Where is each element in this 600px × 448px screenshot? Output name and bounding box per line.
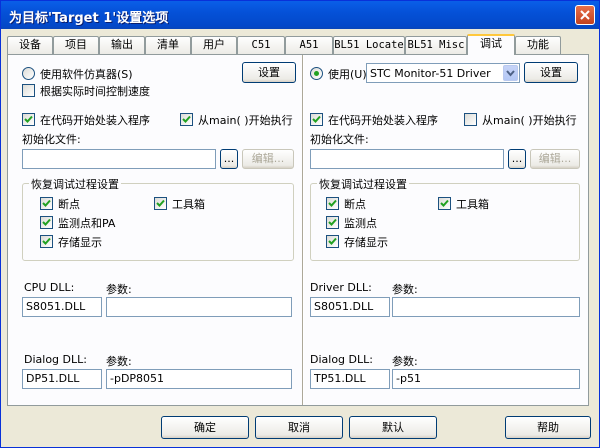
column-divider xyxy=(302,55,304,405)
tab-target[interactable]: 项目 xyxy=(53,36,99,54)
right-dialog-dll-label: Dialog DLL: xyxy=(310,353,373,366)
tab-listing[interactable]: 清单 xyxy=(145,36,191,54)
driver-dll-label: Driver DLL: xyxy=(310,281,372,294)
use-simulator-label: 使用软件仿真器(S) xyxy=(40,68,133,81)
title-bar[interactable]: 为目标'Target 1'设置选项 xyxy=(1,1,599,29)
right-load-app-label: 在代码开始处装入程序 xyxy=(328,114,438,127)
dialog-param-label: 参数: xyxy=(106,355,132,368)
tab-utilities[interactable]: 功能 xyxy=(515,36,561,54)
checkmark-icon xyxy=(42,237,51,245)
tab-device[interactable]: 设备 xyxy=(7,36,53,54)
driver-select-value: STC Monitor-51 Driver xyxy=(370,67,491,80)
right-toolbox-label: 工具箱 xyxy=(456,198,489,211)
right-dialog-dll-input[interactable]: TP51.DLL xyxy=(310,369,390,389)
dialog-dll-label: Dialog DLL: xyxy=(24,353,87,366)
left-load-app-checkbox[interactable] xyxy=(22,113,35,126)
right-edit-button[interactable]: 编辑... xyxy=(530,149,580,169)
checkmark-icon xyxy=(328,218,337,226)
right-dialog-param-label: 参数: xyxy=(392,355,418,368)
right-watch-label: 监测点 xyxy=(344,217,377,230)
close-icon xyxy=(580,10,590,20)
left-watch-checkbox[interactable] xyxy=(40,216,53,229)
checkmark-icon xyxy=(156,199,165,207)
checkmark-icon xyxy=(42,199,51,207)
right-dialog-param-input[interactable]: -p51 xyxy=(392,369,580,389)
cpu-dll-label: CPU DLL: xyxy=(24,281,75,294)
cpu-param-label: 参数: xyxy=(106,283,132,296)
window-title: 为目标'Target 1'设置选项 xyxy=(9,11,169,26)
right-memory-checkbox[interactable] xyxy=(326,235,339,248)
driver-select[interactable]: STC Monitor-51 Driver xyxy=(366,63,520,83)
left-init-file-input[interactable] xyxy=(22,149,216,169)
right-breakpoints-checkbox[interactable] xyxy=(326,197,339,210)
checkmark-icon xyxy=(312,115,321,123)
tab-user[interactable]: 用户 xyxy=(191,36,237,54)
right-init-file-label: 初始化文件: xyxy=(310,133,369,146)
left-run-main-checkbox[interactable] xyxy=(180,113,193,126)
left-settings-button[interactable]: 设置 xyxy=(242,62,296,83)
left-memory-label: 存储显示 xyxy=(58,236,102,249)
defaults-button[interactable]: 默认 xyxy=(349,416,437,439)
dialog-param-input[interactable]: -pDP8051 xyxy=(106,369,292,389)
right-breakpoints-label: 断点 xyxy=(344,198,366,211)
limit-speed-checkbox[interactable] xyxy=(22,84,35,97)
left-breakpoints-checkbox[interactable] xyxy=(40,197,53,210)
driver-dll-input[interactable]: S8051.DLL xyxy=(310,297,390,317)
right-restore-group-title: 恢复调试过程设置 xyxy=(317,176,409,192)
tab-bl51-locate[interactable]: BL51 Locate xyxy=(333,36,405,54)
options-dialog: 为目标'Target 1'设置选项 设备 项目 输出 清单 用户 C51 A51… xyxy=(0,0,600,448)
driver-param-label: 参数: xyxy=(392,283,418,296)
chevron-down-icon[interactable] xyxy=(503,65,518,81)
left-memory-checkbox[interactable] xyxy=(40,235,53,248)
left-restore-group-title: 恢复调试过程设置 xyxy=(29,176,121,192)
use-target-label: 使用(U): xyxy=(328,68,371,81)
left-toolbox-checkbox[interactable] xyxy=(154,197,167,210)
cancel-button[interactable]: 取消 xyxy=(255,416,343,439)
left-run-main-label: 从main( )开始执行 xyxy=(198,114,293,127)
driver-param-input[interactable] xyxy=(392,297,580,317)
tab-bl51-misc[interactable]: BL51 Misc xyxy=(405,36,467,54)
cpu-dll-input[interactable]: S8051.DLL xyxy=(22,297,102,317)
tab-debug[interactable]: 调试 xyxy=(467,34,515,55)
left-toolbox-label: 工具箱 xyxy=(172,198,205,211)
use-target-radio[interactable] xyxy=(310,67,323,80)
right-settings-button[interactable]: 设置 xyxy=(524,62,578,83)
right-init-file-input[interactable] xyxy=(310,149,504,169)
tab-output[interactable]: 输出 xyxy=(99,36,145,54)
right-run-main-label: 从main( )开始执行 xyxy=(482,114,577,127)
dialog-dll-input[interactable]: DP51.DLL xyxy=(22,369,102,389)
help-button[interactable]: 帮助 xyxy=(505,416,591,439)
checkmark-icon xyxy=(328,237,337,245)
close-button[interactable] xyxy=(575,5,595,25)
checkmark-icon xyxy=(24,115,33,123)
right-browse-button[interactable]: ... xyxy=(508,149,526,169)
right-toolbox-checkbox[interactable] xyxy=(438,197,451,210)
checkmark-icon xyxy=(440,199,449,207)
cpu-param-input[interactable] xyxy=(106,297,292,317)
debug-panel: 使用软件仿真器(S) 根据实际时间控制速度 设置 在代码开始处装入程序 从mai… xyxy=(7,54,589,406)
checkmark-icon xyxy=(42,218,51,226)
tab-c51[interactable]: C51 xyxy=(237,36,285,54)
left-edit-button[interactable]: 编辑... xyxy=(242,149,294,169)
checkmark-icon xyxy=(328,199,337,207)
left-watch-label: 监测点和PA xyxy=(58,217,116,230)
left-browse-button[interactable]: ... xyxy=(220,149,238,169)
use-simulator-radio[interactable] xyxy=(22,67,35,80)
left-init-file-label: 初始化文件: xyxy=(22,133,81,146)
checkmark-icon xyxy=(182,115,191,123)
right-run-main-checkbox[interactable] xyxy=(464,113,477,126)
right-load-app-checkbox[interactable] xyxy=(310,113,323,126)
left-load-app-label: 在代码开始处装入程序 xyxy=(40,114,150,127)
limit-speed-label: 根据实际时间控制速度 xyxy=(40,85,150,98)
right-watch-checkbox[interactable] xyxy=(326,216,339,229)
left-breakpoints-label: 断点 xyxy=(58,198,80,211)
tab-a51[interactable]: A51 xyxy=(285,36,333,54)
right-memory-label: 存储显示 xyxy=(344,236,388,249)
ok-button[interactable]: 确定 xyxy=(161,416,249,439)
